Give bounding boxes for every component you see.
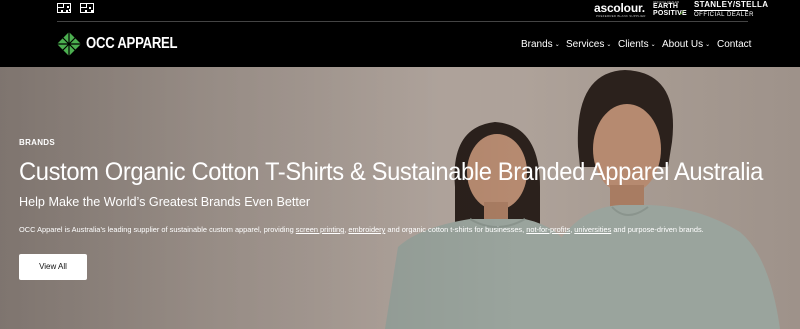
nav-item-about-us[interactable]: About Us ⌄ [662, 39, 710, 50]
top-bar: ascolour. PREFERRED BLANK SUPPLIER OFFIC… [0, 0, 800, 22]
nav-label: Brands [521, 39, 553, 50]
occ-logo-icon[interactable] [56, 31, 82, 57]
stanley-stella-logo[interactable]: STANLEY/STELLA [694, 0, 768, 9]
nav-item-contact[interactable]: Contact [717, 39, 751, 50]
nav-label: Contact [717, 39, 752, 50]
nav-item-brands[interactable]: Brands ⌄ [521, 39, 560, 50]
description-text: OCC Apparel is Australia’s leading suppl… [19, 225, 296, 234]
chevron-down-icon: ⌄ [606, 42, 612, 48]
check-icon: ✓ [679, 10, 685, 17]
ascolour-logo[interactable]: ascolour. [594, 1, 645, 15]
hero-title: Custom Organic Cotton T-Shirts & Sustain… [19, 158, 763, 186]
description-text: and organic cotton t-shirts for business… [385, 225, 527, 234]
view-all-button[interactable]: View All [19, 254, 87, 280]
nav-item-clients[interactable]: Clients ⌄ [618, 39, 656, 50]
chevron-down-icon: ⌄ [705, 42, 711, 48]
man-model [560, 70, 780, 329]
description-text: and purpose-driven brands. [611, 225, 704, 234]
earth-positive-logo-line1[interactable]: EARTH [653, 3, 678, 10]
main-navigation: OCC APPAREL Brands ⌄ Services ⌄ Clients ⌄ A… [0, 22, 800, 67]
chevron-down-icon: ⌄ [554, 42, 560, 48]
divider [694, 10, 748, 11]
australian-flag-icon [57, 3, 71, 13]
embroidery-link[interactable]: embroidery [348, 225, 385, 234]
site-logo-text[interactable]: OCC APPAREL [86, 35, 178, 53]
hero-banner: BRANDS Custom Organic Cotton T-Shirts & … [0, 67, 800, 329]
not-for-profits-link[interactable]: not-for-profits [526, 225, 570, 234]
hero-subtitle: Help Make the World’s Greatest Brands Ev… [19, 194, 311, 209]
stanley-stella-tagline: OFFICIAL DEALER [694, 12, 754, 18]
universities-link[interactable]: universities [574, 225, 611, 234]
screen-printing-link[interactable]: screen printing [296, 225, 344, 234]
aboriginal-flag-icon [80, 3, 94, 13]
ascolour-tagline: PREFERRED BLANK SUPPLIER [596, 14, 646, 18]
chevron-down-icon: ⌄ [650, 42, 656, 48]
nav-item-services[interactable]: Services ⌄ [566, 39, 611, 50]
hero-kicker: BRANDS [19, 138, 56, 147]
nav-label: Clients [618, 39, 649, 50]
nav-label: About Us [662, 39, 704, 50]
hero-description: OCC Apparel is Australia’s leading suppl… [19, 225, 704, 235]
nav-label: Services [566, 39, 605, 50]
